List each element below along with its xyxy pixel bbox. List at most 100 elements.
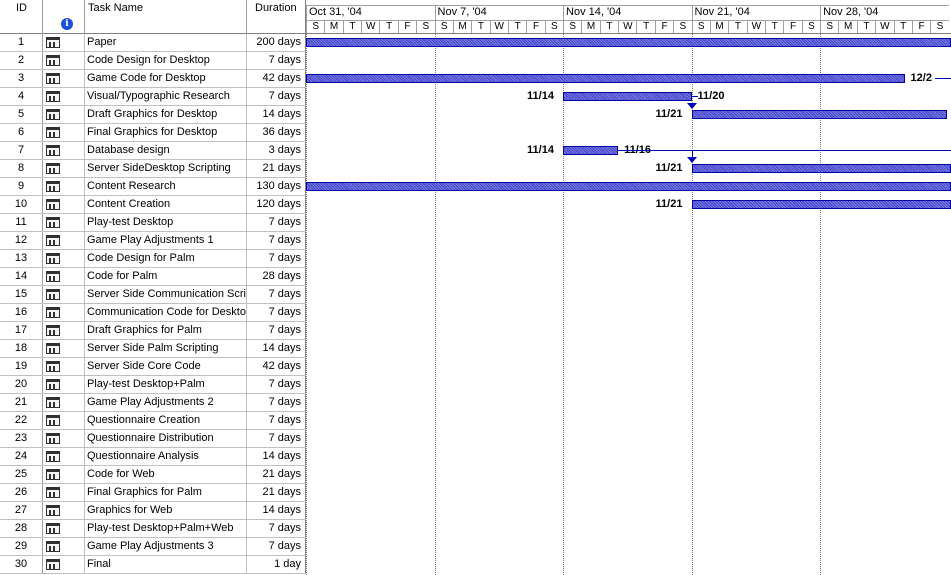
row-id[interactable]: 18 [0,340,43,357]
task-name-cell[interactable]: Code Design for Desktop [85,52,247,69]
duration-cell[interactable]: 7 days [247,412,306,429]
task-name-cell[interactable]: Play-test Desktop [85,214,247,231]
gantt-bar[interactable] [691,200,951,209]
task-name-cell[interactable]: Server SideDesktop Scripting [85,160,247,177]
table-row[interactable]: 9 Content Research 130 days [0,178,306,196]
task-name-cell[interactable]: Code Design for Palm [85,250,247,267]
duration-cell[interactable]: 7 days [247,232,306,249]
duration-cell[interactable]: 7 days [247,304,306,321]
row-id[interactable]: 20 [0,376,43,393]
row-id[interactable]: 10 [0,196,43,213]
row-id[interactable]: 25 [0,466,43,483]
table-row[interactable]: 17 Draft Graphics for Palm 7 days [0,322,306,340]
table-row[interactable]: 27 Graphics for Web 14 days [0,502,306,520]
row-id[interactable]: 4 [0,88,43,105]
task-name-cell[interactable]: Draft Graphics for Palm [85,322,247,339]
gantt-chart[interactable]: Oct 31, '04 S M T W T F S Nov 7, '04 S M T W T F S Nov 1… [306,0,951,575]
task-name-cell[interactable]: Server Side Palm Scripting [85,340,247,357]
task-name-cell[interactable]: Graphics for Web [85,502,247,519]
row-id[interactable]: 14 [0,268,43,285]
table-row[interactable]: 14 Code for Palm 28 days [0,268,306,286]
row-id[interactable]: 6 [0,124,43,141]
task-name-cell[interactable]: Play-test Desktop+Palm [85,376,247,393]
table-row[interactable]: 1 Paper 200 days [0,34,306,52]
duration-cell[interactable]: 200 days [247,34,306,51]
table-row[interactable]: 4 Visual/Typographic Research 7 days [0,88,306,106]
row-id[interactable]: 16 [0,304,43,321]
row-id[interactable]: 7 [0,142,43,159]
row-id[interactable]: 23 [0,430,43,447]
task-name-cell[interactable]: Game Play Adjustments 3 [85,538,247,555]
duration-cell[interactable]: 21 days [247,160,306,177]
row-id[interactable]: 22 [0,412,43,429]
table-row[interactable]: 15 Server Side Communication Scripting7 d… [0,286,306,304]
row-id[interactable]: 19 [0,358,43,375]
row-id[interactable]: 28 [0,520,43,537]
duration-cell[interactable]: 42 days [247,358,306,375]
table-row[interactable]: 30 Final 1 day [0,556,306,574]
duration-cell[interactable]: 42 days [247,70,306,87]
gantt-bar[interactable] [563,92,692,101]
task-name-cell[interactable]: Final Graphics for Palm [85,484,247,501]
duration-cell[interactable]: 7 days [247,52,306,69]
duration-cell[interactable]: 7 days [247,286,306,303]
table-row[interactable]: 2 Code Design for Desktop 7 days [0,52,306,70]
duration-cell[interactable]: 28 days [247,268,306,285]
duration-cell[interactable]: 7 days [247,376,306,393]
duration-cell[interactable]: 14 days [247,106,306,123]
table-row[interactable]: 19 Server Side Core Code 42 days [0,358,306,376]
duration-cell[interactable]: 14 days [247,502,306,519]
duration-cell[interactable]: 14 days [247,340,306,357]
row-id[interactable]: 5 [0,106,43,123]
table-row[interactable]: 11 Play-test Desktop 7 days [0,214,306,232]
row-id[interactable]: 17 [0,322,43,339]
table-row[interactable]: 10 Content Creation 120 days [0,196,306,214]
task-name-cell[interactable]: Database design [85,142,247,159]
task-name-cell[interactable]: Code for Palm [85,268,247,285]
column-header-duration[interactable]: Duration [247,0,306,34]
row-id[interactable]: 26 [0,484,43,501]
table-row[interactable]: 21 Game Play Adjustments 27 days [0,394,306,412]
task-name-cell[interactable]: Paper [85,34,247,51]
gantt-bar[interactable] [691,164,951,173]
table-row[interactable]: 8 Server SideDesktop Scripting 21 days [0,160,306,178]
task-name-cell[interactable]: Content Research [85,178,247,195]
table-row[interactable]: 26 Final Graphics for Palm 21 days [0,484,306,502]
table-row[interactable]: 18 Server Side Palm Scripting 14 days [0,340,306,358]
task-name-cell[interactable]: Server Side Communication Scripting [85,286,247,303]
task-name-cell[interactable]: Questionnaire Creation [85,412,247,429]
column-header-task-name[interactable]: Task Name [85,0,247,34]
table-row[interactable]: 13 Code Design for Palm 7 days [0,250,306,268]
duration-cell[interactable]: 14 days [247,448,306,465]
table-row[interactable]: 22 Questionnaire Creation 7 days [0,412,306,430]
gantt-bar[interactable] [563,146,619,155]
table-row[interactable]: 28 Play-test Desktop+Palm+Web 7 days [0,520,306,538]
task-name-cell[interactable]: Final [85,556,247,573]
duration-cell[interactable]: 21 days [247,466,306,483]
task-name-cell[interactable]: Questionnaire Distribution [85,430,247,447]
duration-cell[interactable]: 7 days [247,88,306,105]
row-id[interactable]: 3 [0,70,43,87]
duration-cell[interactable]: 7 days [247,430,306,447]
row-id[interactable]: 30 [0,556,43,573]
table-row[interactable]: 3 Game Code for Desktop 42 days [0,70,306,88]
table-row[interactable]: 23 Questionnaire Distribution 7 days [0,430,306,448]
duration-cell[interactable]: 21 days [247,484,306,501]
row-id[interactable]: 2 [0,52,43,69]
task-name-cell[interactable]: Draft Graphics for Desktop [85,106,247,123]
row-id[interactable]: 27 [0,502,43,519]
task-name-cell[interactable]: Server Side Core Code [85,358,247,375]
duration-cell[interactable]: 130 days [247,178,306,195]
row-id[interactable]: 21 [0,394,43,411]
task-name-cell[interactable]: Content Creation [85,196,247,213]
gantt-bar[interactable] [306,182,951,191]
duration-cell[interactable]: 7 days [247,250,306,267]
duration-cell[interactable]: 7 days [247,322,306,339]
duration-cell[interactable]: 7 days [247,394,306,411]
duration-cell[interactable]: 36 days [247,124,306,141]
table-row[interactable]: 7 Database design 3 days [0,142,306,160]
duration-cell[interactable]: 3 days [247,142,306,159]
task-name-cell[interactable]: Game Code for Desktop [85,70,247,87]
table-row[interactable]: 5 Draft Graphics for Desktop 14 days [0,106,306,124]
duration-cell[interactable]: 7 days [247,214,306,231]
